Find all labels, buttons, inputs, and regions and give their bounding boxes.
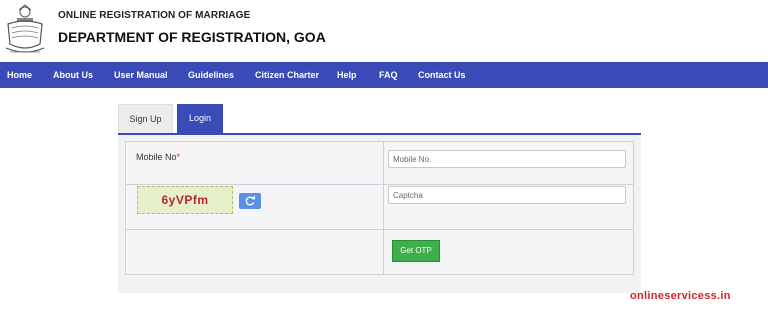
nav-faq[interactable]: FAQ — [379, 62, 398, 88]
mobile-input[interactable] — [388, 150, 626, 168]
tab-sign-up[interactable]: Sign Up — [118, 104, 173, 133]
nav-citizen-charter[interactable]: Citizen Charter — [255, 62, 319, 88]
login-form: Mobile No* 6yVPfm Get OTP — [125, 141, 634, 275]
required-mark: * — [176, 152, 181, 162]
row-divider — [126, 184, 633, 185]
nav-home[interactable]: Home — [7, 62, 32, 88]
column-divider — [383, 142, 384, 274]
nav-user-manual[interactable]: User Manual — [114, 62, 168, 88]
watermark-text: onlineservicess.in — [630, 290, 731, 302]
nav-contact-us[interactable]: Contact Us — [418, 62, 466, 88]
captcha-input[interactable] — [388, 186, 626, 204]
nav-guidelines[interactable]: Guidelines — [188, 62, 234, 88]
row-divider — [126, 229, 633, 230]
site-title: DEPARTMENT OF REGISTRATION, GOA — [58, 29, 326, 45]
site-header: ONLINE REGISTRATION OF MARRIAGE DEPARTME… — [0, 0, 768, 62]
nav-about-us[interactable]: About Us — [53, 62, 93, 88]
tab-login[interactable]: Login — [177, 104, 223, 133]
refresh-icon — [245, 195, 256, 206]
site-subtitle: ONLINE REGISTRATION OF MARRIAGE — [58, 10, 251, 21]
mobile-label-text: Mobile No — [136, 152, 177, 162]
main-navbar: Home About Us User Manual Guidelines Cit… — [0, 62, 768, 88]
captcha-image: 6yVPfm — [137, 186, 233, 214]
nav-help[interactable]: Help — [337, 62, 357, 88]
mobile-label: Mobile No* — [136, 152, 180, 162]
goa-emblem-icon — [5, 4, 45, 53]
captcha-refresh-button[interactable] — [239, 193, 261, 209]
get-otp-button[interactable]: Get OTP — [392, 240, 440, 262]
